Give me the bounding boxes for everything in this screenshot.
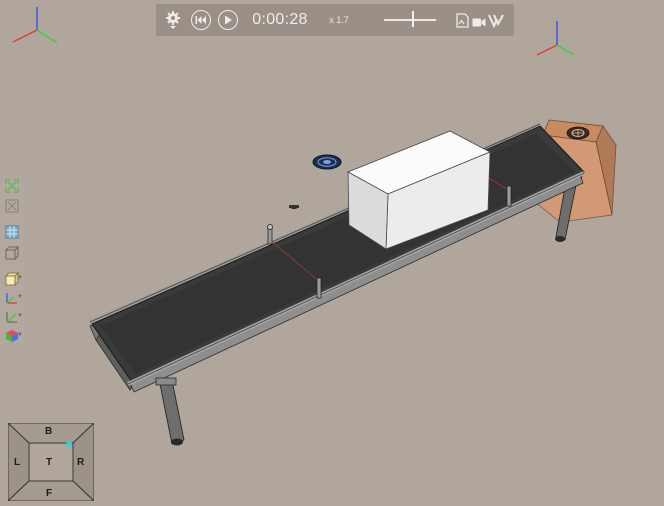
- axis-display-dropdown-icon[interactable]: ▼: [17, 294, 23, 300]
- record-button[interactable]: [472, 15, 486, 27]
- render-mode-dropdown-icon[interactable]: ▼: [17, 332, 23, 338]
- play-button[interactable]: [216, 4, 240, 36]
- perspective-button[interactable]: [4, 245, 20, 261]
- sensor-post[interactable]: [506, 185, 512, 207]
- view-cube-left[interactable]: L: [14, 457, 20, 468]
- fit-all-button[interactable]: [4, 178, 20, 194]
- play-icon: [218, 10, 238, 30]
- rewind-icon: [191, 10, 211, 30]
- video-camera-icon: [472, 18, 486, 27]
- view-cube[interactable]: B L T R F: [6, 421, 96, 503]
- axis-triad-right: [536, 21, 575, 56]
- speed-slider-track[interactable]: [384, 19, 436, 21]
- snapshot-button[interactable]: [456, 13, 469, 28]
- perspective-icon: [5, 246, 19, 260]
- measure-dropdown-icon[interactable]: ▼: [17, 313, 23, 319]
- brand-logo[interactable]: [488, 13, 504, 29]
- rotor-icon: [566, 126, 590, 140]
- image-export-icon: [456, 13, 469, 28]
- playback-time: 0:00:28: [252, 11, 308, 28]
- view-cube-right[interactable]: R: [77, 457, 84, 468]
- grid-button[interactable]: [4, 224, 20, 240]
- settings-button[interactable]: [162, 4, 184, 36]
- support-leg-left: [155, 377, 185, 446]
- rewind-button[interactable]: [189, 4, 213, 36]
- 3d-viewport[interactable]: [0, 0, 664, 500]
- fit-all-icon: [5, 179, 19, 193]
- brand-logo-icon: [488, 14, 504, 29]
- speed-slider-knob[interactable]: [412, 11, 414, 27]
- view-cube-back[interactable]: B: [45, 426, 52, 437]
- view-cube-top[interactable]: T: [46, 457, 52, 468]
- sensor-post[interactable]: [316, 277, 322, 299]
- view-cube-marker: [66, 441, 72, 447]
- view-cube-front[interactable]: F: [46, 488, 52, 499]
- fit-selection-icon: [5, 199, 19, 213]
- view-mode-dropdown-icon[interactable]: ▼: [17, 275, 23, 281]
- axis-triad-left: [12, 7, 58, 44]
- sensor-post[interactable]: [267, 224, 273, 245]
- small-part[interactable]: [289, 205, 299, 209]
- view-tools-sidebar: ▼ ▼ ▼ ▼: [0, 174, 26, 346]
- grid-icon: [5, 225, 19, 239]
- playback-speed-label: x 1.7: [329, 15, 349, 25]
- gear-icon: [166, 11, 180, 29]
- target-marker-icon[interactable]: [312, 154, 342, 170]
- fit-selection-button[interactable]: [4, 198, 20, 214]
